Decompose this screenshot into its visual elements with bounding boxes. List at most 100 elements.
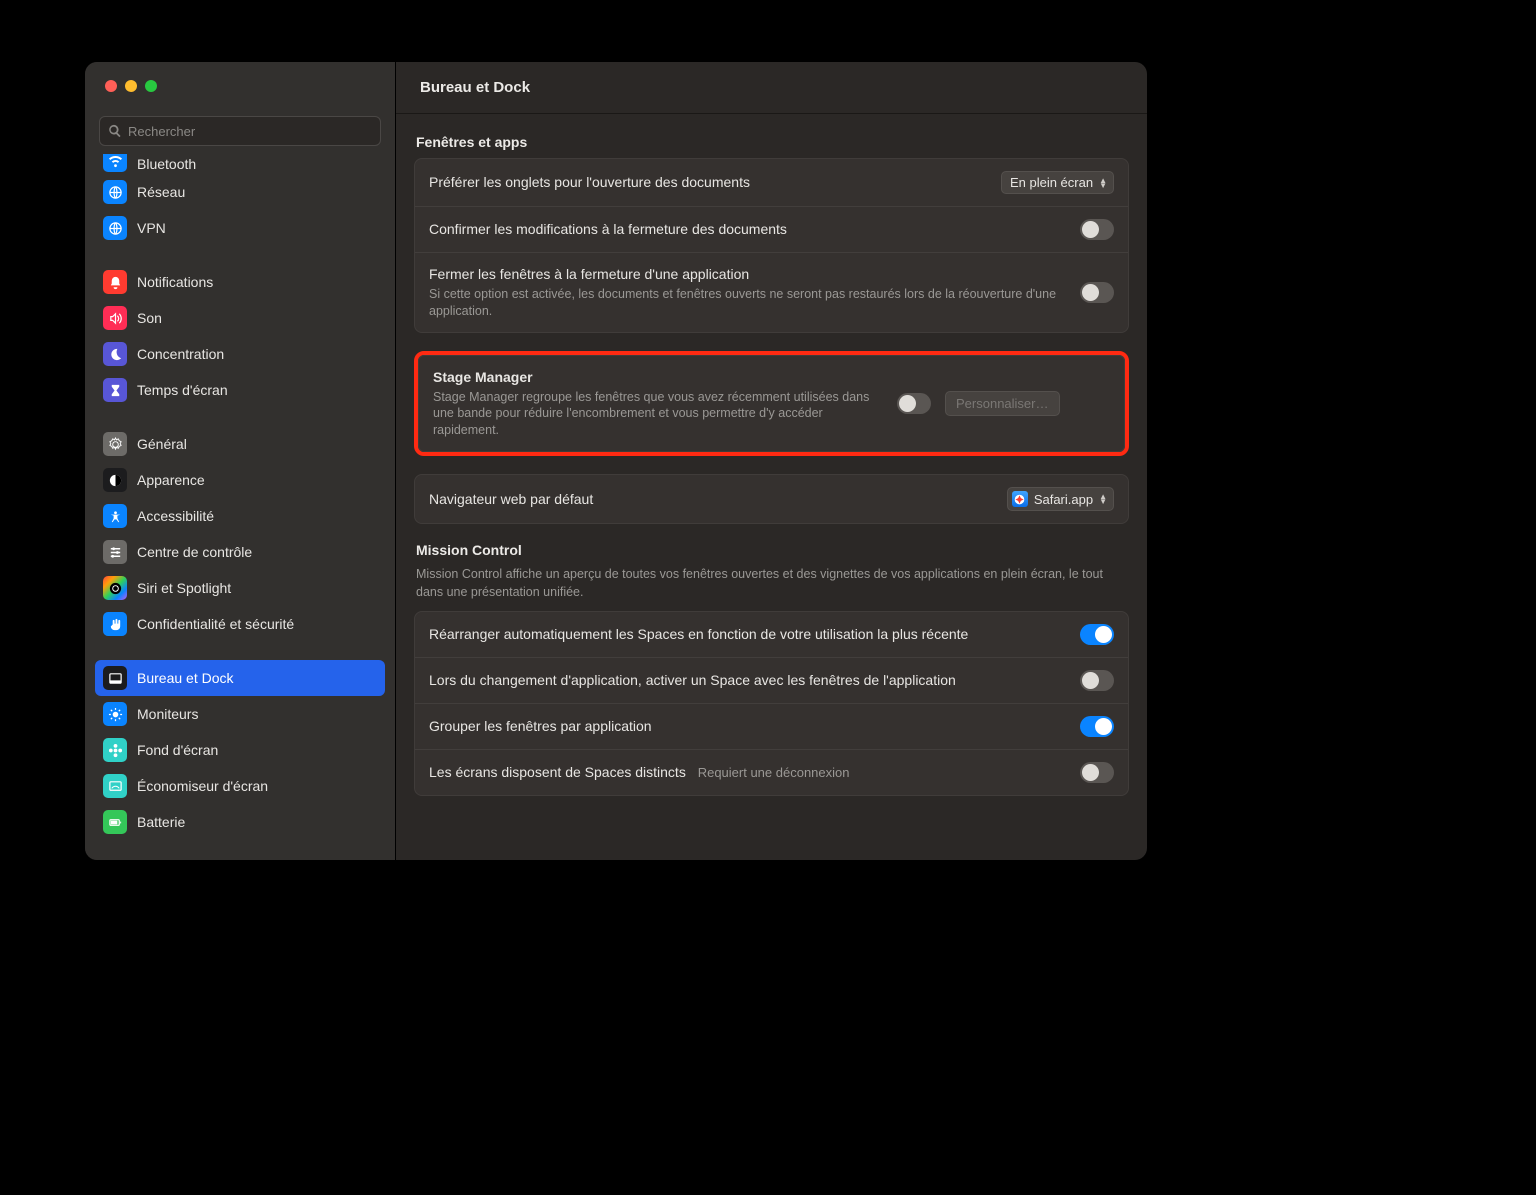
label-separate-spaces-text: Les écrans disposent de Spaces distincts [429,764,686,780]
sidebar-item-centre-de-contr-le[interactable]: Centre de contrôle [95,534,385,570]
sidebar-item-accessibilit-[interactable]: Accessibilité [95,498,385,534]
sidebar-item-label: VPN [137,220,166,236]
sidebar: Rechercher Bluetooth Réseau VPN Notificatio… [85,62,396,860]
label-separate-spaces: Les écrans disposent de Spaces distincts… [429,763,1066,782]
page-title: Bureau et Dock [420,79,530,96]
hourglass-icon [103,378,127,402]
sidebar-item-r-seau[interactable]: Réseau [95,174,385,210]
toggle-close-windows[interactable] [1080,282,1114,303]
hand-icon [103,612,127,636]
label-tabs-preference: Préférer les onglets pour l'ouverture de… [429,173,987,192]
row-close-windows: Fermer les fenêtres à la fermeture d'une… [415,253,1128,332]
select-default-browser-value: Safari.app [1034,492,1093,507]
content-pane: Bureau et Dock Fenêtres et apps Préférer… [396,62,1147,860]
toggle-group-by-app[interactable] [1080,716,1114,737]
label-group-by-app: Grouper les fenêtres par application [429,717,1066,736]
sidebar-item-label: Son [137,310,162,326]
label-switch-space: Lors du changement d'application, active… [429,671,1066,690]
titlebar: Bureau et Dock [396,62,1147,114]
sidebar-item-fond-d-cran[interactable]: Fond d'écran [95,732,385,768]
minimize-window-button[interactable] [125,80,137,92]
sidebar-item-confidentialit-et-s-curit-[interactable]: Confidentialité et sécurité [95,606,385,642]
sidebar-item-label: Siri et Spotlight [137,580,231,596]
sidebar-item-label: Accessibilité [137,508,214,524]
label-close-windows: Fermer les fenêtres à la fermeture d'une… [429,265,1066,320]
globe-icon [103,216,127,240]
row-switch-space: Lors du changement d'application, active… [415,658,1128,704]
sidebar-item-bureau-et-dock[interactable]: Bureau et Dock [95,660,385,696]
moon-icon [103,342,127,366]
label-confirm-close: Confirmer les modifications à la fermetu… [429,220,1066,239]
sidebar-item-moniteurs[interactable]: Moniteurs [95,696,385,732]
button-customize-stage-manager[interactable]: Personnaliser… [945,391,1060,416]
search-input[interactable]: Rechercher [99,116,381,146]
system-settings-window: Rechercher Bluetooth Réseau VPN Notificatio… [85,62,1147,860]
sidebar-item-label: Confidentialité et sécurité [137,616,294,632]
globe-icon [103,180,127,204]
sliders-icon [103,540,127,564]
sidebar-item-label: Bluetooth [137,156,196,172]
sidebar-item-siri-et-spotlight[interactable]: Siri et Spotlight [95,570,385,606]
chevron-updown-icon: ▲▼ [1099,494,1107,504]
close-window-button[interactable] [105,80,117,92]
sidebar-item-label: Apparence [137,472,205,488]
gear-icon [103,432,127,456]
chevron-updown-icon: ▲▼ [1099,178,1107,188]
search-placeholder: Rechercher [128,124,195,139]
row-stage-manager: Stage Manager Stage Manager regroupe les… [419,356,1124,452]
row-group-by-app: Grouper les fenêtres par application [415,704,1128,750]
sidebar-item-g-n-ral[interactable]: Général [95,426,385,462]
label-stage-manager-text: Stage Manager [433,369,533,385]
section-title-windows-apps: Fenêtres et apps [416,134,1127,150]
sound-icon [103,306,127,330]
window-controls [85,62,395,102]
flower-icon [103,738,127,762]
sidebar-item-apparence[interactable]: Apparence [95,462,385,498]
sidebar-item-notifications[interactable]: Notifications [95,264,385,300]
maximize-window-button[interactable] [145,80,157,92]
dock-icon [103,666,127,690]
sidebar-item-vpn[interactable]: VPN [95,210,385,246]
toggle-switch-space[interactable] [1080,670,1114,691]
sidebar-item--conomiseur-d-cran[interactable]: Économiseur d'écran [95,768,385,804]
content-scroll[interactable]: Fenêtres et apps Préférer les onglets po… [396,114,1147,860]
toggle-stage-manager[interactable] [897,393,931,414]
toggle-confirm-close[interactable] [1080,219,1114,240]
sidebar-item-son[interactable]: Son [95,300,385,336]
siri-icon [103,576,127,600]
panel-default-browser: Navigateur web par défaut Safari.app ▲▼ [414,474,1129,524]
label-default-browser: Navigateur web par défaut [429,490,993,509]
section-title-mission-control: Mission Control [416,542,1127,558]
sidebar-item-label: Réseau [137,184,185,200]
bell-icon [103,270,127,294]
sidebar-item-concentration[interactable]: Concentration [95,336,385,372]
row-separate-spaces: Les écrans disposent de Spaces distincts… [415,750,1128,795]
label-close-windows-text: Fermer les fenêtres à la fermeture d'une… [429,266,749,282]
panel-stage-manager: Stage Manager Stage Manager regroupe les… [418,355,1125,453]
row-default-browser: Navigateur web par défaut Safari.app ▲▼ [415,475,1128,523]
label-separate-spaces-hint: Requiert une déconnexion [698,765,850,780]
screensaver-icon [103,774,127,798]
sidebar-item-label: Bureau et Dock [137,670,234,686]
sidebar-item-label: Batterie [137,814,185,830]
row-confirm-close: Confirmer les modifications à la fermetu… [415,207,1128,253]
display-icon [103,702,127,726]
battery-icon [103,810,127,834]
sidebar-item-label: Temps d'écran [137,382,228,398]
wifi-icon [103,154,127,172]
sidebar-item-label: Moniteurs [137,706,198,722]
sidebar-item-bluetooth[interactable]: Bluetooth [95,154,385,174]
sidebar-item-label: Centre de contrôle [137,544,252,560]
highlight-stage-manager: Stage Manager Stage Manager regroupe les… [414,351,1129,457]
toggle-separate-spaces[interactable] [1080,762,1114,783]
select-tabs-preference-value: En plein écran [1010,175,1093,190]
select-tabs-preference[interactable]: En plein écran ▲▼ [1001,171,1114,194]
sidebar-item-label: Concentration [137,346,224,362]
sidebar-item-label: Fond d'écran [137,742,218,758]
toggle-rearrange-spaces[interactable] [1080,624,1114,645]
select-default-browser[interactable]: Safari.app ▲▼ [1007,487,1114,511]
sidebar-item-temps-d-cran[interactable]: Temps d'écran [95,372,385,408]
safari-icon [1012,491,1028,507]
sidebar-item-batterie[interactable]: Batterie [95,804,385,840]
sidebar-item-label: Économiseur d'écran [137,778,268,794]
